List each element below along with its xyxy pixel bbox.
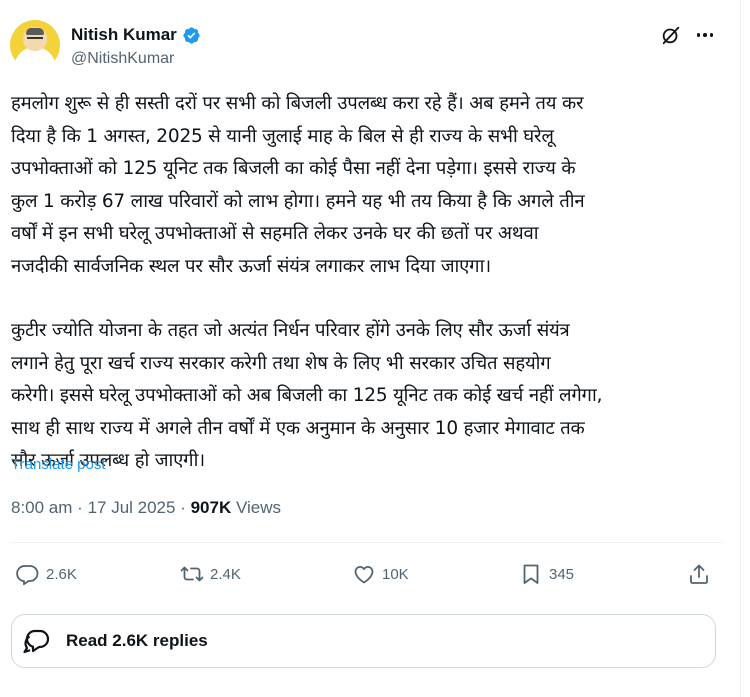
like-count: 10K bbox=[382, 565, 409, 583]
bookmark-icon bbox=[523, 564, 539, 584]
post-paragraph: कुटीर ज्योति योजना के तहत जो अत्यंत निर्… bbox=[11, 320, 603, 471]
grok-icon[interactable] bbox=[660, 24, 682, 46]
post-meta: 8:00 am · 17 Jul 2025 · 907K Views bbox=[11, 498, 281, 518]
divider bbox=[11, 542, 723, 543]
repost-button[interactable]: 2.4K bbox=[180, 562, 241, 586]
reply-icon bbox=[16, 565, 39, 586]
heart-icon bbox=[354, 566, 374, 584]
post-paragraph: हमलोग शुरू से ही सस्ती दरों पर सभी को बि… bbox=[11, 93, 585, 277]
post-text: हमलोग शुरू से ही सस्ती दरों पर सभी को बि… bbox=[11, 88, 726, 478]
author-handle[interactable]: @NitishKumar bbox=[71, 50, 174, 68]
read-replies-label: Read 2.6K replies bbox=[66, 631, 208, 650]
replies-bubble-icon bbox=[23, 629, 50, 654]
bookmark-count: 345 bbox=[549, 565, 575, 583]
reply-count: 2.6K bbox=[46, 565, 77, 583]
avatar[interactable] bbox=[10, 20, 60, 70]
reply-button[interactable]: 2.6K bbox=[16, 562, 77, 586]
post-date[interactable]: 17 Jul 2025 bbox=[88, 498, 176, 517]
read-replies-button[interactable]: Read 2.6K replies bbox=[11, 614, 716, 668]
more-icon[interactable] bbox=[694, 24, 716, 46]
share-button[interactable] bbox=[687, 562, 711, 586]
views-count: 907K bbox=[190, 498, 232, 517]
author-name-row[interactable]: Nitish Kumar bbox=[71, 25, 201, 45]
meta-separator: · bbox=[180, 498, 191, 517]
share-icon bbox=[690, 564, 708, 584]
meta-separator: · bbox=[77, 498, 88, 517]
repost-icon bbox=[180, 566, 204, 582]
bookmark-button[interactable]: 345 bbox=[519, 562, 574, 586]
post-time[interactable]: 8:00 am bbox=[11, 498, 72, 517]
verified-badge-icon bbox=[183, 26, 200, 44]
translate-post-link[interactable]: Translate post bbox=[11, 456, 106, 473]
tweet-card: Nitish Kumar @NitishKumar हमलोग शुरू से … bbox=[0, 0, 741, 697]
action-bar: 2.6K 2.4K 10K 345 bbox=[11, 558, 723, 592]
views-label: Views bbox=[235, 498, 282, 517]
like-button[interactable]: 10K bbox=[352, 562, 409, 586]
repost-count: 2.4K bbox=[210, 565, 241, 583]
author-name[interactable]: Nitish Kumar bbox=[71, 25, 177, 45]
